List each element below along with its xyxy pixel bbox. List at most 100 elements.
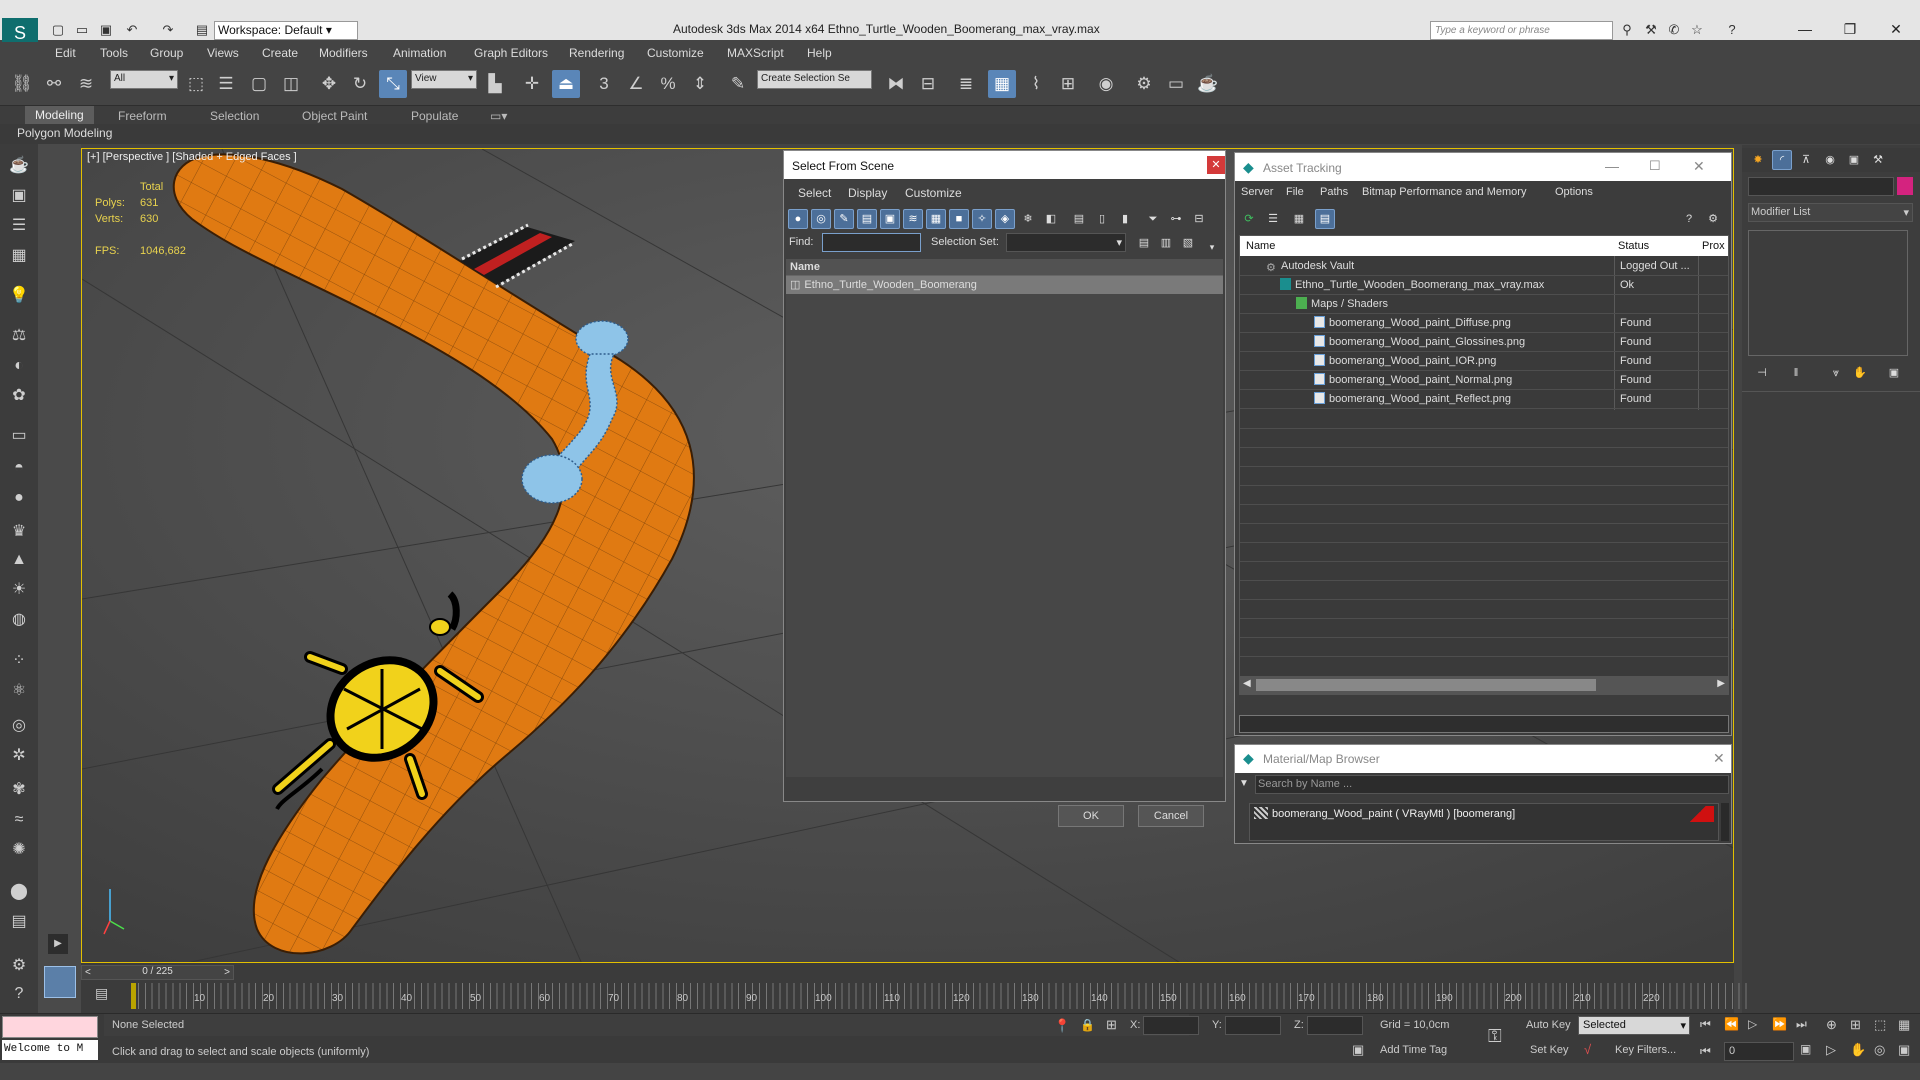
redo-icon[interactable]: ↷ <box>158 20 178 40</box>
zoom-extents-icon[interactable]: ⬚ <box>1874 1017 1886 1033</box>
name-column-header[interactable]: Name <box>786 259 1223 276</box>
angle-snap-icon[interactable]: ∠ <box>622 70 650 98</box>
bind-space-warp-icon[interactable]: ≋ <box>72 70 100 98</box>
menu-create[interactable]: Create <box>262 46 298 60</box>
sphere-gold-icon[interactable]: ◍ <box>6 608 32 632</box>
dialog-close-button[interactable]: ✕ <box>1207 156 1225 174</box>
keyboard-shortcut-override-icon[interactable]: ⏏ <box>552 70 580 98</box>
asset-options-icon[interactable]: ⚙ <box>1703 209 1723 229</box>
list-view-icon[interactable]: ☰ <box>1263 209 1283 229</box>
play-icon[interactable]: ▶ <box>48 934 68 954</box>
table-row[interactable]: Ethno_Turtle_Wooden_Boomerang_max_vray.m… <box>1240 276 1728 295</box>
orbit-icon[interactable]: ◎ <box>1874 1042 1885 1058</box>
table-row[interactable]: ⚙ Autodesk Vault Logged Out ... <box>1240 257 1728 276</box>
mirror-icon[interactable]: ⧓ <box>882 70 910 98</box>
menu-graph-editors[interactable]: Graph Editors <box>474 46 548 60</box>
isolate-icon[interactable]: 📍 <box>1054 1018 1070 1034</box>
pin-stack-icon[interactable]: ⊣ <box>1752 363 1772 383</box>
move-icon[interactable]: ✥ <box>315 70 343 98</box>
object-name-field[interactable] <box>1748 177 1894 196</box>
select-by-name-icon[interactable]: ☰ <box>212 70 240 98</box>
find-input[interactable] <box>822 233 921 252</box>
remove-modifier-icon[interactable]: ✋ <box>1850 363 1870 383</box>
globe-icon[interactable]: ◎ <box>6 714 32 738</box>
grid-icon[interactable]: ▦ <box>6 244 32 268</box>
batch-icon[interactable]: ▤ <box>6 910 32 934</box>
thumbnail-view-icon[interactable]: ▦ <box>1289 209 1309 229</box>
menu-group[interactable]: Group <box>150 46 183 60</box>
time-configuration-icon[interactable]: ▣ <box>1800 1042 1811 1056</box>
asset-menu-file[interactable]: File <box>1286 186 1304 198</box>
project-folder-icon[interactable]: ▤ <box>192 20 212 40</box>
dialog-menu-select[interactable]: Select <box>798 186 831 200</box>
table-row[interactable]: boomerang_Wood_paint_Glossines.png Found <box>1240 333 1728 352</box>
camera-icon[interactable]: ✿ <box>6 384 32 408</box>
crown-icon[interactable]: ♛ <box>6 520 32 544</box>
gear-icon[interactable]: ✲ <box>6 744 32 768</box>
tab-modeling[interactable]: Modeling <box>25 106 94 124</box>
scene-explorer-icon[interactable]: ▦ <box>988 70 1016 98</box>
zoom-icon[interactable]: ⊕ <box>1826 1017 1837 1033</box>
absolute-mode-icon[interactable]: ⊞ <box>1106 1017 1117 1033</box>
previous-frame-icon[interactable]: ⏪ <box>1724 1017 1739 1031</box>
polygon-modeling-label[interactable]: Polygon Modeling <box>17 126 112 140</box>
configure-sets-icon[interactable]: ▣ <box>1884 363 1904 383</box>
next-frame-icon[interactable]: ⏩ <box>1772 1017 1787 1031</box>
render-icon[interactable]: ▣ <box>6 184 32 208</box>
rotate-icon[interactable]: ↻ <box>346 70 374 98</box>
key-mode-dropdown[interactable]: Selected ▾ <box>1578 1016 1690 1035</box>
maxscript-listener-top[interactable] <box>2 1016 98 1038</box>
tab-freeform[interactable]: Freeform <box>118 109 167 123</box>
asset-menu-options[interactable]: Options <box>1555 186 1593 198</box>
create-set-icon[interactable]: ▤ <box>1134 233 1154 253</box>
filter-spacewarps-icon[interactable]: ≋ <box>903 209 923 229</box>
asset-close-button[interactable]: ✕ <box>1693 158 1705 175</box>
filter-groups-icon[interactable]: ▦ <box>926 209 946 229</box>
go-to-start-icon[interactable]: ⏮ <box>1700 1017 1711 1032</box>
key-icon[interactable]: ⚿ <box>1488 1026 1502 1047</box>
remove-from-set-icon[interactable]: ▧ <box>1178 233 1198 253</box>
time-slider[interactable]: < 0 / 225 > <box>81 965 234 980</box>
minimize-button[interactable]: — <box>1785 18 1825 40</box>
col-proxy-header[interactable]: Prox <box>1702 240 1725 252</box>
light-icon[interactable]: 💡 <box>6 284 32 308</box>
search-input[interactable]: Type a keyword or phrase <box>1430 21 1613 40</box>
communication-icon[interactable]: ✆ <box>1664 20 1684 40</box>
particles-icon[interactable]: ⁘ <box>6 649 32 673</box>
sun-icon[interactable]: ☀ <box>6 578 32 602</box>
zoom-all-icon[interactable]: ⊞ <box>1850 1017 1861 1033</box>
table-row[interactable]: boomerang_Wood_paint_Reflect.png Found <box>1240 390 1728 409</box>
viewport-label[interactable]: [+] [Perspective ] [Shaded + Edged Faces… <box>87 151 297 163</box>
list-item[interactable]: boomerang_Wood_paint ( VRayMtl ) [boomer… <box>1250 804 1718 824</box>
rendered-frame-window-icon[interactable]: ▭ <box>1162 70 1190 98</box>
filter-shapes-icon[interactable]: ◎ <box>811 209 831 229</box>
binoculars-icon[interactable]: ⚲ <box>1617 20 1637 40</box>
refresh-icon[interactable]: ⟳ <box>1239 209 1259 229</box>
asset-menu-bitmap[interactable]: Bitmap Performance and Memory <box>1362 186 1526 198</box>
table-row[interactable]: boomerang_Wood_paint_Normal.png Found <box>1240 371 1728 390</box>
maxscript-listener[interactable]: Welcome to M <box>2 1040 98 1060</box>
filter-cameras-icon[interactable]: ▤ <box>857 209 877 229</box>
table-row[interactable]: Maps / Shaders <box>1240 295 1728 314</box>
asset-menu-paths[interactable]: Paths <box>1320 186 1348 198</box>
box-icon[interactable]: ▭ <box>6 424 32 448</box>
zoom-extents-all-icon[interactable]: ▦ <box>1898 1017 1910 1033</box>
maximize-viewport-icon[interactable]: ▣ <box>1898 1042 1910 1058</box>
selection-lock-icon[interactable]: 🔒 <box>1080 1018 1095 1032</box>
asset-maximize-button[interactable]: ☐ <box>1649 158 1661 174</box>
menu-modifiers[interactable]: Modifiers <box>319 46 368 60</box>
add-time-tag[interactable]: Add Time Tag <box>1380 1044 1447 1056</box>
menu-maxscript[interactable]: MAXScript <box>727 46 784 60</box>
material-editor-icon[interactable]: ◉ <box>1092 70 1120 98</box>
curve-editor-mini-icon[interactable]: ▤ <box>95 985 108 1002</box>
help-icon[interactable]: ? <box>1722 20 1742 40</box>
snap-toggle-icon[interactable]: 3 <box>590 70 618 98</box>
open-file-icon[interactable]: ▭ <box>72 20 92 40</box>
render-teapot-icon[interactable]: ☕ <box>1194 70 1222 98</box>
align-icon[interactable]: ⊟ <box>914 70 942 98</box>
settings-icon[interactable]: ⚙ <box>6 954 32 978</box>
named-selection-set-dropdown[interactable]: Create Selection Se <box>757 70 872 89</box>
browser-options-icon[interactable]: ▼ <box>1239 778 1249 789</box>
utilities-tab-icon[interactable]: ⚒ <box>1868 150 1888 170</box>
material-browser-close-button[interactable]: ✕ <box>1713 750 1725 767</box>
